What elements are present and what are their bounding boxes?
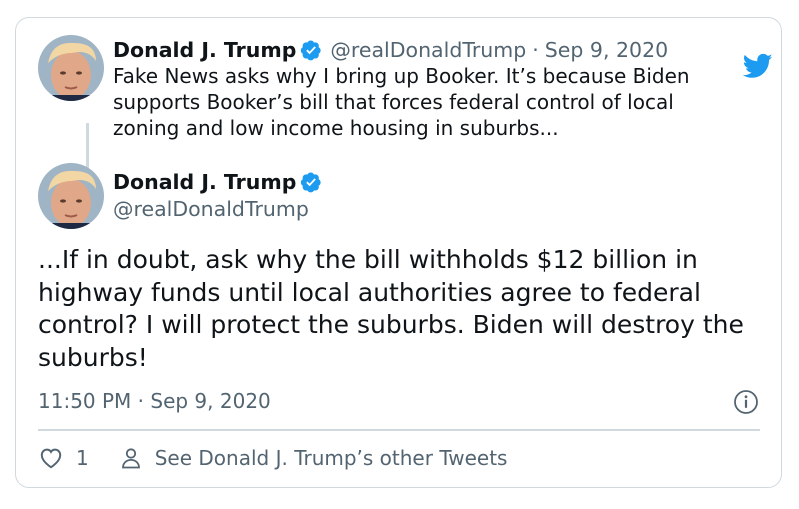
- info-icon[interactable]: [733, 389, 759, 415]
- header-separator: ·: [532, 38, 539, 62]
- see-other-tweets-link[interactable]: See Donald J. Trump’s other Tweets: [155, 446, 508, 470]
- thread-connector-line: [86, 123, 89, 171]
- tweet-actions: 1 See Donald J. Trump’s other Tweets: [38, 445, 507, 471]
- parent-tweet-date[interactable]: Sep 9, 2020: [545, 38, 668, 62]
- parent-tweet-header: Donald J. Trump @realDonaldTrump · Sep 9…: [113, 38, 668, 62]
- verified-badge-icon: [300, 171, 322, 193]
- main-author-avatar[interactable]: [38, 163, 104, 229]
- parent-author-handle[interactable]: @realDonaldTrump: [330, 38, 526, 62]
- heart-icon[interactable]: [38, 445, 64, 471]
- action-divider: [38, 429, 760, 431]
- main-tweet-text: ...If in doubt, ask why the bill withhol…: [38, 245, 744, 372]
- parent-author-avatar[interactable]: [38, 35, 104, 101]
- tweet-timestamp[interactable]: 11:50 PM · Sep 9, 2020: [38, 389, 271, 413]
- verified-badge-icon: [300, 39, 322, 61]
- main-author-name[interactable]: Donald J. Trump: [113, 170, 296, 194]
- main-tweet-header: Donald J. Trump: [113, 170, 322, 194]
- tweet-embed-card: Donald J. Trump @realDonaldTrump · Sep 9…: [15, 17, 782, 488]
- like-count[interactable]: 1: [76, 446, 89, 470]
- parent-author-name[interactable]: Donald J. Trump: [113, 38, 296, 62]
- person-icon[interactable]: [119, 446, 143, 470]
- main-author-handle[interactable]: @realDonaldTrump: [113, 197, 309, 221]
- twitter-bird-icon[interactable]: [741, 51, 775, 81]
- parent-tweet-text: Fake News asks why I bring up Booker. It…: [113, 64, 690, 140]
